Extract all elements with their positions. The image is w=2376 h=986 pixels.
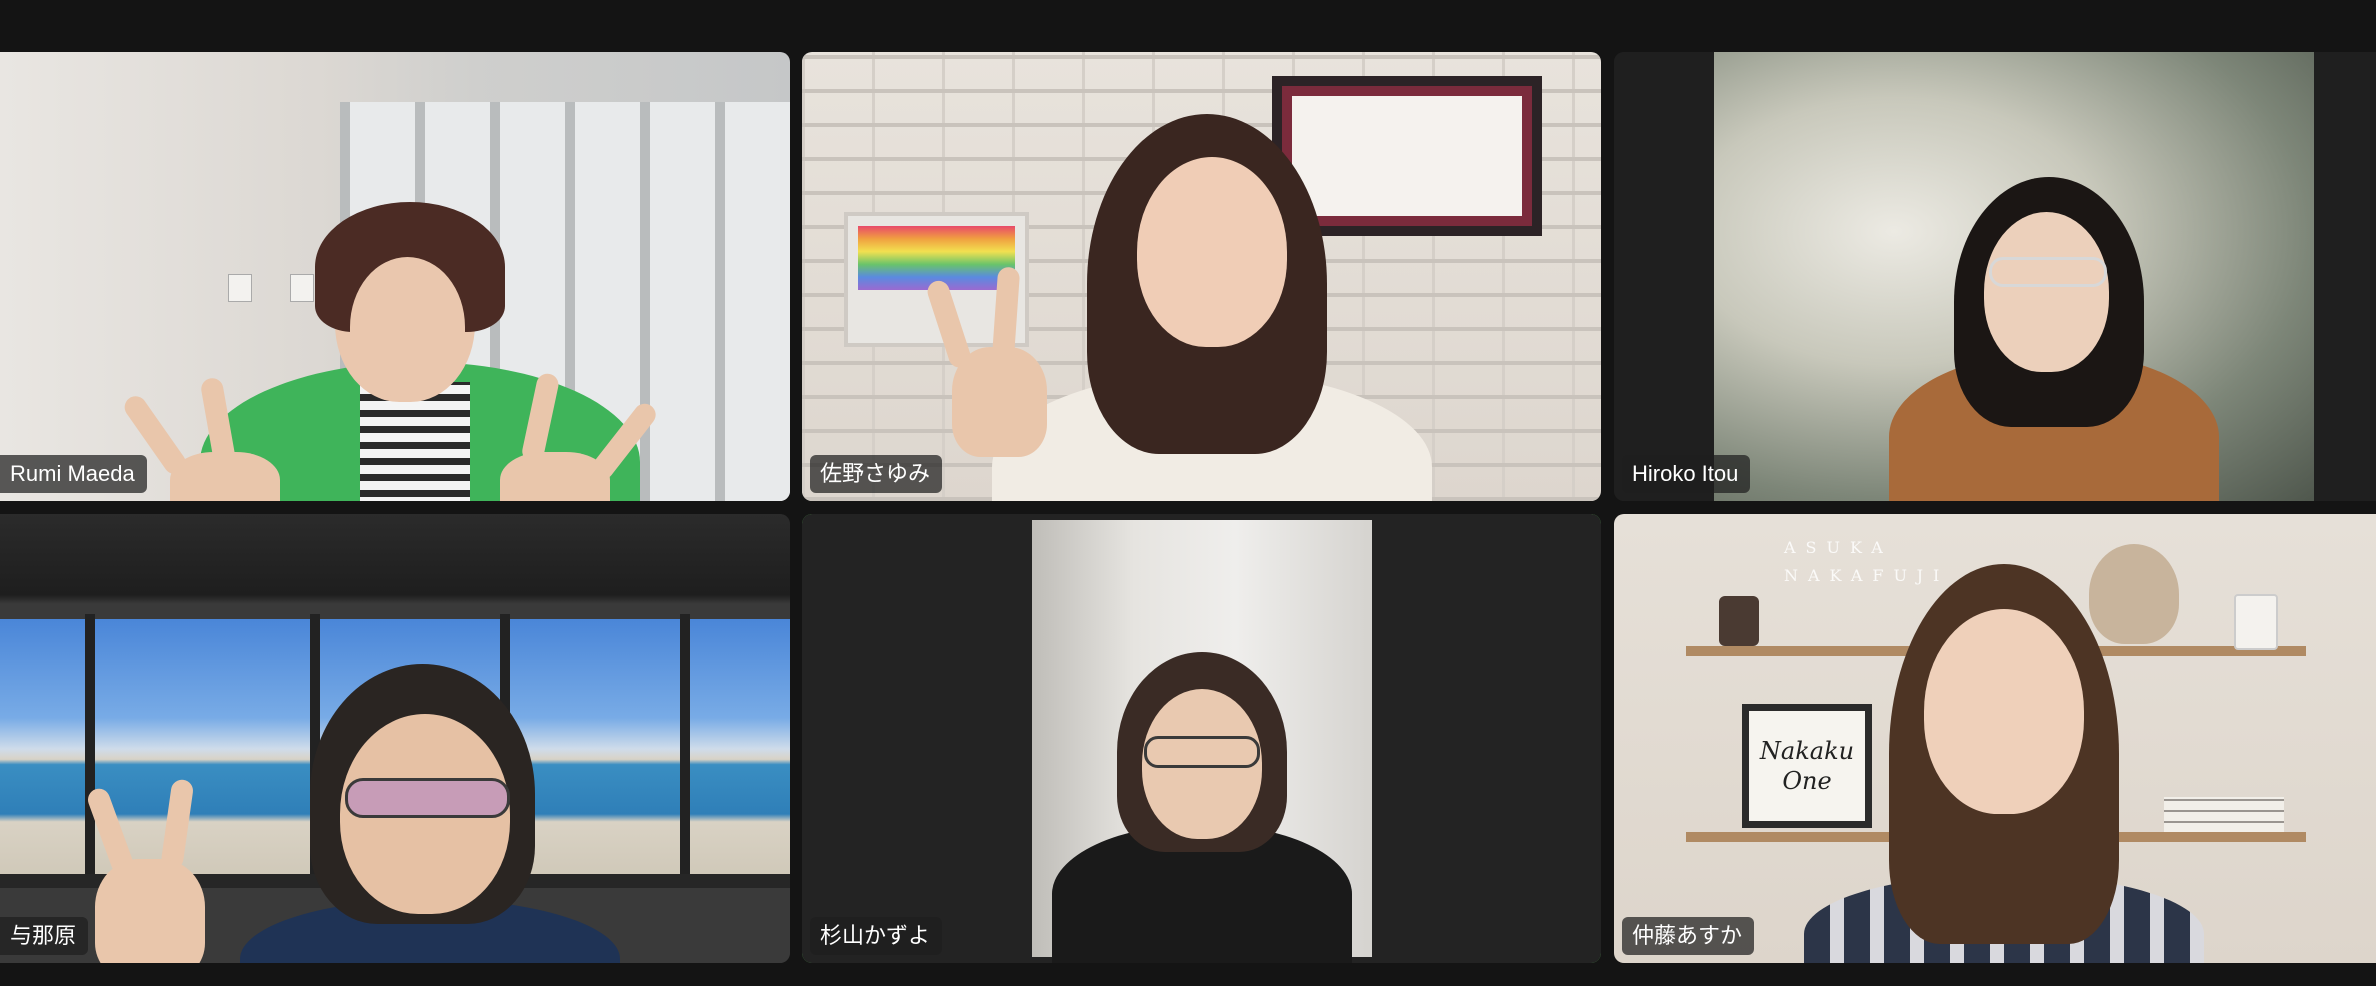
participant-tile-sano-sayumi[interactable]: 佐野さゆみ: [802, 52, 1601, 501]
participant-tile-yonabaru[interactable]: 与那原: [0, 514, 790, 963]
person-face: [350, 257, 465, 397]
video-gallery: Rumi Maeda 佐野さゆみ Hiroko Itou 与那原 杉山かずよ A…: [0, 0, 2376, 986]
nakaku-one-sign: Nakaku One: [1742, 704, 1872, 828]
person-face: [1984, 212, 2109, 372]
participant-tile-hiroko-itou[interactable]: Hiroko Itou: [1614, 52, 2376, 501]
window-frame: [680, 614, 690, 884]
person-face: [1924, 609, 2084, 814]
window-frame: [85, 614, 95, 884]
participant-video: [0, 514, 790, 963]
wall-switch: [290, 274, 314, 302]
participant-name-label: 与那原: [0, 917, 89, 955]
participant-video: [802, 514, 1601, 963]
person-face: [1137, 157, 1287, 347]
wall-switch: [228, 274, 252, 302]
hand-right: [500, 452, 610, 501]
glasses: [345, 778, 510, 818]
participant-video: [802, 52, 1601, 501]
glasses: [1144, 736, 1260, 768]
participant-video: [1614, 52, 2376, 501]
hand: [952, 347, 1047, 457]
participant-name-label: 仲藤あすか: [1622, 917, 1755, 955]
participant-name-label: 佐野さゆみ: [810, 455, 943, 493]
participant-tile-sugiyama-kazuyo[interactable]: 杉山かずよ: [802, 514, 1601, 963]
hand-left: [170, 452, 280, 501]
sign-text-line2: One: [1782, 767, 1832, 795]
vase: [2089, 544, 2179, 644]
hand: [95, 859, 205, 963]
candle: [1719, 596, 1759, 646]
participant-video: [0, 52, 790, 501]
participant-name-label: Hiroko Itou: [1622, 455, 1751, 493]
participant-name-label: 杉山かずよ: [810, 917, 943, 955]
participant-tile-rumi-maeda[interactable]: Rumi Maeda: [0, 52, 790, 501]
sign-text-line1: Nakaku: [1759, 737, 1855, 765]
books: [2164, 797, 2284, 832]
participant-name-label: Rumi Maeda: [0, 455, 147, 493]
glasses: [1989, 257, 2107, 287]
participant-video: ASUKA NAKAFUJI Nakaku One: [1614, 514, 2376, 963]
participant-tile-nakafuji-asuka[interactable]: ASUKA NAKAFUJI Nakaku One 仲藤あすか: [1614, 514, 2376, 963]
mug: [2234, 594, 2278, 650]
